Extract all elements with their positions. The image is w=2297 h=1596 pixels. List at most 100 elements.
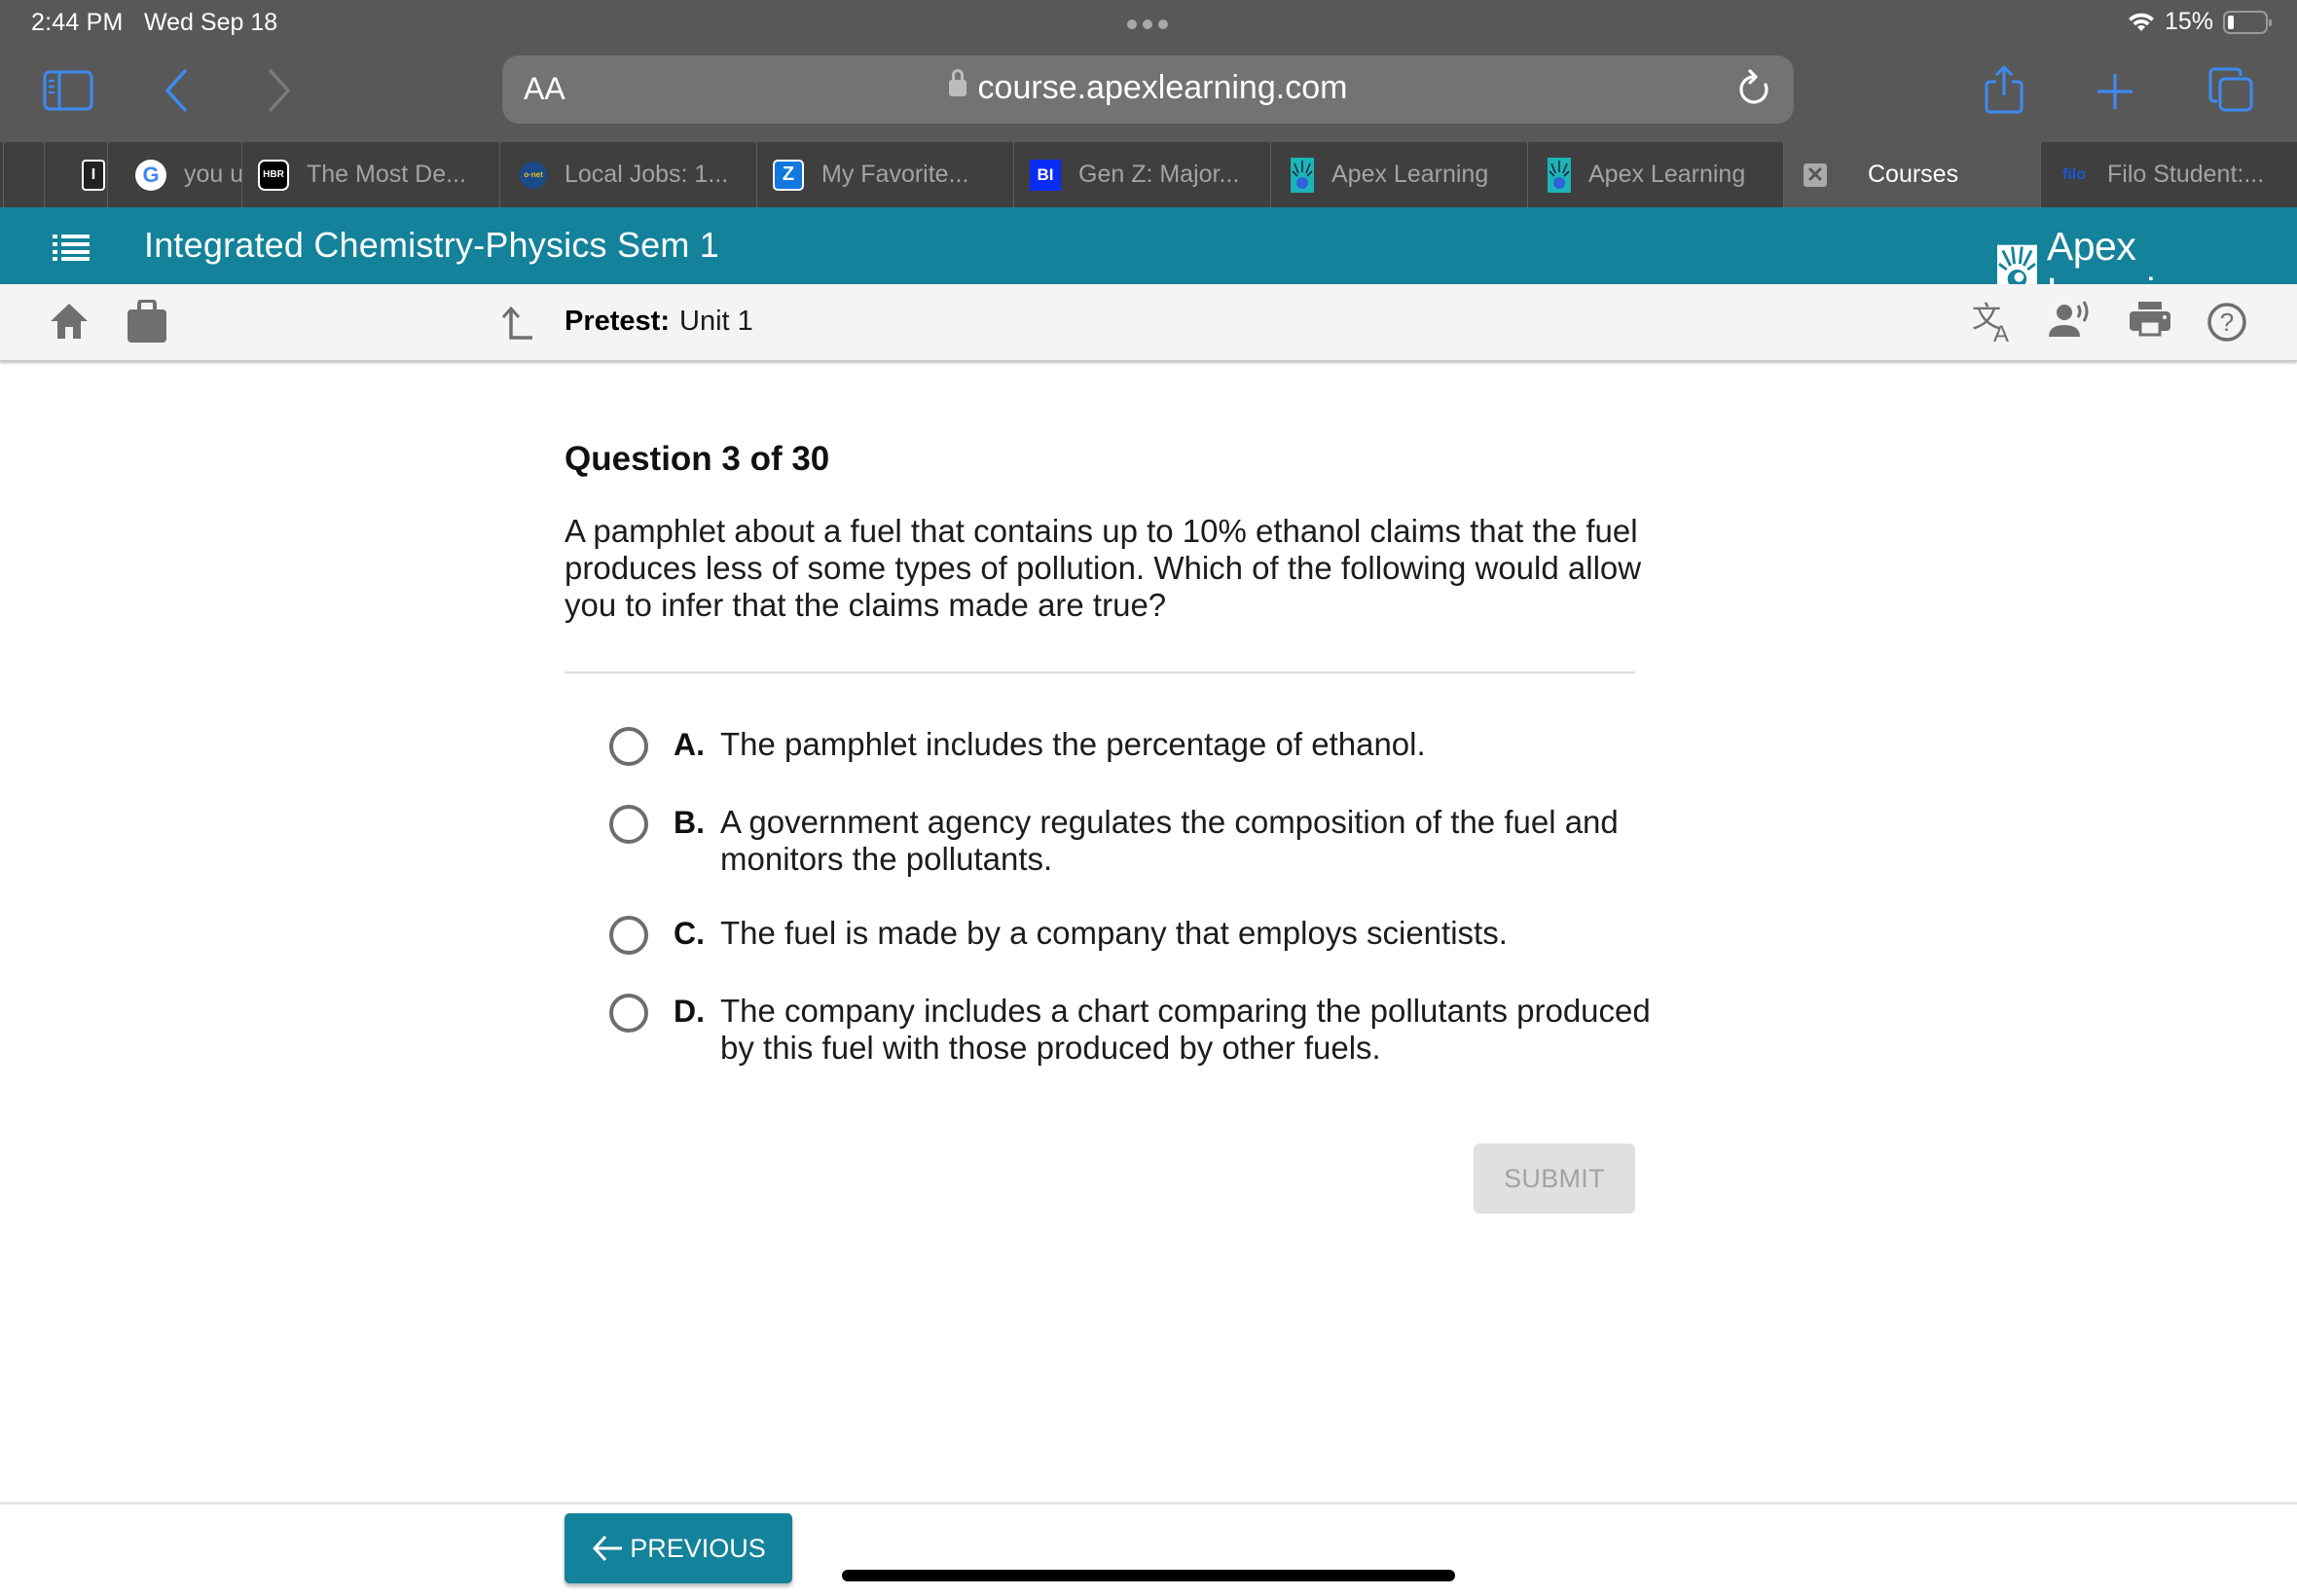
browser-tab[interactable]: Apex Learning bbox=[1270, 142, 1527, 207]
browser-tab[interactable]: Apex Learning bbox=[1527, 142, 1783, 207]
translate-icon: 文A bbox=[1972, 301, 2009, 347]
battery-percent: 15% bbox=[2164, 8, 2213, 35]
browser-tab[interactable]: HBR The Most De... bbox=[241, 142, 499, 207]
briefcase-icon bbox=[128, 299, 166, 343]
address-bar[interactable]: AA course.apexlearning.com bbox=[502, 55, 1794, 124]
plus-icon bbox=[2097, 74, 2133, 109]
home-icon bbox=[51, 304, 88, 339]
breadcrumb: Pretest: Unit 1 bbox=[565, 306, 753, 338]
tab-overview-button[interactable] bbox=[2207, 66, 2254, 113]
read-aloud-icon bbox=[2049, 301, 2089, 337]
status-date: Wed Sep 18 bbox=[144, 9, 278, 36]
previous-button[interactable]: PREVIOUS bbox=[565, 1513, 792, 1583]
previous-label: PREVIOUS bbox=[630, 1533, 766, 1563]
tab-label: My Favorite... bbox=[821, 161, 969, 188]
arrow-left-icon bbox=[593, 1535, 623, 1562]
answer-option-c[interactable]: C. The fuel is made by a company that em… bbox=[609, 915, 1660, 955]
radio-button[interactable] bbox=[609, 994, 648, 1033]
breadcrumb-value: Unit 1 bbox=[679, 306, 753, 337]
course-menu-button[interactable] bbox=[53, 234, 90, 266]
course-header: Integrated Chemistry-Physics Sem 1 Apex … bbox=[0, 207, 2297, 314]
radio-button[interactable] bbox=[609, 916, 648, 955]
toolbar-subheader: Pretest: Unit 1 文A ? bbox=[0, 284, 2297, 361]
browser-tab[interactable]: BI Gen Z: Major... bbox=[1013, 142, 1270, 207]
breadcrumb-label: Pretest: bbox=[565, 306, 670, 337]
answer-option-d[interactable]: D. The company includes a chart comparin… bbox=[609, 993, 1660, 1067]
question-text: A pamphlet about a fuel that contains up… bbox=[565, 513, 1642, 623]
browser-tab[interactable]: Z My Favorite... bbox=[756, 142, 1013, 207]
browser-tab[interactable]: o·net Local Jobs: 1... bbox=[499, 142, 756, 207]
reload-icon bbox=[1739, 69, 1768, 104]
answer-option-b[interactable]: B. A government agency regulates the com… bbox=[609, 804, 1660, 878]
browser-chrome: 2:44 PM Wed Sep 18 15% AA course.apexlea… bbox=[0, 0, 2297, 142]
footer-divider bbox=[0, 1502, 2297, 1505]
chevron-left-icon bbox=[165, 69, 187, 112]
translate-button[interactable]: 文A bbox=[1972, 301, 2017, 347]
browser-tab[interactable]: I bbox=[44, 142, 107, 207]
browser-tab[interactable]: filo Filo Student:... bbox=[2040, 142, 2297, 207]
browser-tab[interactable] bbox=[3, 142, 44, 207]
radio-button[interactable] bbox=[609, 805, 648, 844]
radio-button[interactable] bbox=[609, 727, 648, 766]
course-title: Integrated Chemistry-Physics Sem 1 bbox=[144, 225, 720, 265]
new-tab-button[interactable] bbox=[2096, 72, 2134, 111]
close-tab-icon[interactable]: ✕ bbox=[1804, 163, 1827, 187]
share-icon bbox=[1985, 65, 2024, 114]
tabs-overview-icon bbox=[2208, 67, 2253, 112]
answer-option-a[interactable]: A. The pamphlet includes the percentage … bbox=[609, 726, 1660, 766]
forward-button[interactable] bbox=[267, 68, 292, 113]
tab-label: Gen Z: Major... bbox=[1078, 161, 1240, 188]
lock-icon bbox=[948, 69, 966, 96]
list-menu-icon bbox=[53, 235, 90, 261]
multitasking-dots-icon[interactable] bbox=[1127, 19, 1168, 29]
option-text: The fuel is made by a company that emplo… bbox=[720, 915, 1508, 951]
divider bbox=[565, 671, 1635, 673]
backpack-button[interactable] bbox=[127, 299, 167, 347]
wifi-icon bbox=[2128, 13, 2154, 31]
tab-label: Local Jobs: 1... bbox=[565, 161, 729, 188]
tab-label: you u bbox=[184, 161, 241, 188]
browser-tab[interactable]: G you u bbox=[107, 142, 241, 207]
chevron-right-icon bbox=[269, 69, 290, 112]
tab-label: Filo Student:... bbox=[2107, 161, 2265, 188]
url-text: course.apexlearning.com bbox=[977, 69, 1348, 106]
home-indicator[interactable] bbox=[842, 1570, 1455, 1581]
option-text: The company includes a chart comparing t… bbox=[720, 993, 1651, 1066]
home-button[interactable] bbox=[49, 302, 90, 345]
help-icon: ? bbox=[2207, 303, 2246, 342]
apex-favicon-icon bbox=[1291, 157, 1314, 193]
text-to-speech-button[interactable] bbox=[2049, 300, 2094, 344]
printer-icon bbox=[2130, 302, 2170, 337]
google-favicon-icon: G bbox=[135, 159, 166, 191]
sidebar-toggle-button[interactable] bbox=[43, 70, 93, 111]
question-heading: Question 3 of 30 bbox=[565, 440, 830, 478]
tab-bar: I G you u HBR The Most De... o·net Local… bbox=[0, 142, 2297, 207]
option-letter: B. bbox=[674, 805, 705, 840]
option-letter: A. bbox=[674, 727, 705, 762]
arrow-up-return-icon bbox=[501, 306, 532, 340]
option-letter: C. bbox=[674, 916, 705, 951]
zillow-favicon-icon: Z bbox=[773, 159, 804, 191]
option-letter: D. bbox=[674, 994, 705, 1029]
url-display[interactable]: course.apexlearning.com bbox=[502, 69, 1794, 107]
tab-label: Apex Learning bbox=[1331, 161, 1489, 188]
option-text: The pamphlet includes the percentage of … bbox=[720, 726, 1426, 762]
tab-favicon-icon: I bbox=[82, 159, 105, 191]
help-button[interactable]: ? bbox=[2206, 302, 2247, 347]
tab-label: The Most De... bbox=[307, 161, 466, 188]
sidebar-icon bbox=[43, 70, 93, 111]
up-level-button[interactable] bbox=[500, 306, 533, 345]
browser-tab-active[interactable]: ✕ Courses bbox=[1783, 142, 2040, 207]
reload-button[interactable] bbox=[1735, 69, 1774, 115]
submit-button[interactable]: SUBMIT bbox=[1474, 1143, 1635, 1214]
back-button[interactable] bbox=[164, 68, 189, 113]
tab-label: Courses bbox=[1868, 161, 1959, 188]
onet-favicon-icon: o·net bbox=[520, 161, 547, 189]
svg-text:?: ? bbox=[2220, 308, 2234, 337]
print-button[interactable] bbox=[2130, 302, 2170, 344]
status-time: 2:44 PM bbox=[31, 9, 124, 36]
battery-icon bbox=[2223, 10, 2272, 34]
option-text: A government agency regulates the compos… bbox=[720, 804, 1619, 877]
tab-label: Apex Learning bbox=[1588, 161, 1746, 188]
share-button[interactable] bbox=[1984, 64, 2024, 115]
